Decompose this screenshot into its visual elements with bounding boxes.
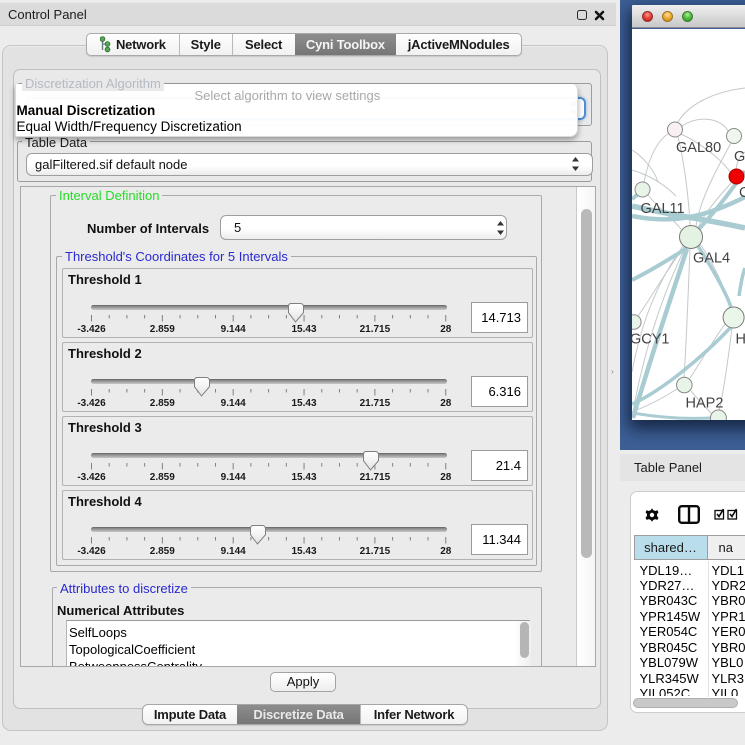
svg-text:HAP2: HAP2 — [686, 396, 724, 412]
svg-text:GAL11: GAL11 — [641, 201, 685, 217]
svg-text:CY: CY — [739, 185, 745, 201]
svg-text:GAL4: GAL4 — [693, 251, 730, 267]
svg-text:GA: GA — [734, 149, 745, 165]
svg-text:GCY1: GCY1 — [632, 332, 670, 348]
svg-text:GAL80: GAL80 — [676, 140, 721, 156]
svg-text:HA: HA — [736, 332, 745, 348]
